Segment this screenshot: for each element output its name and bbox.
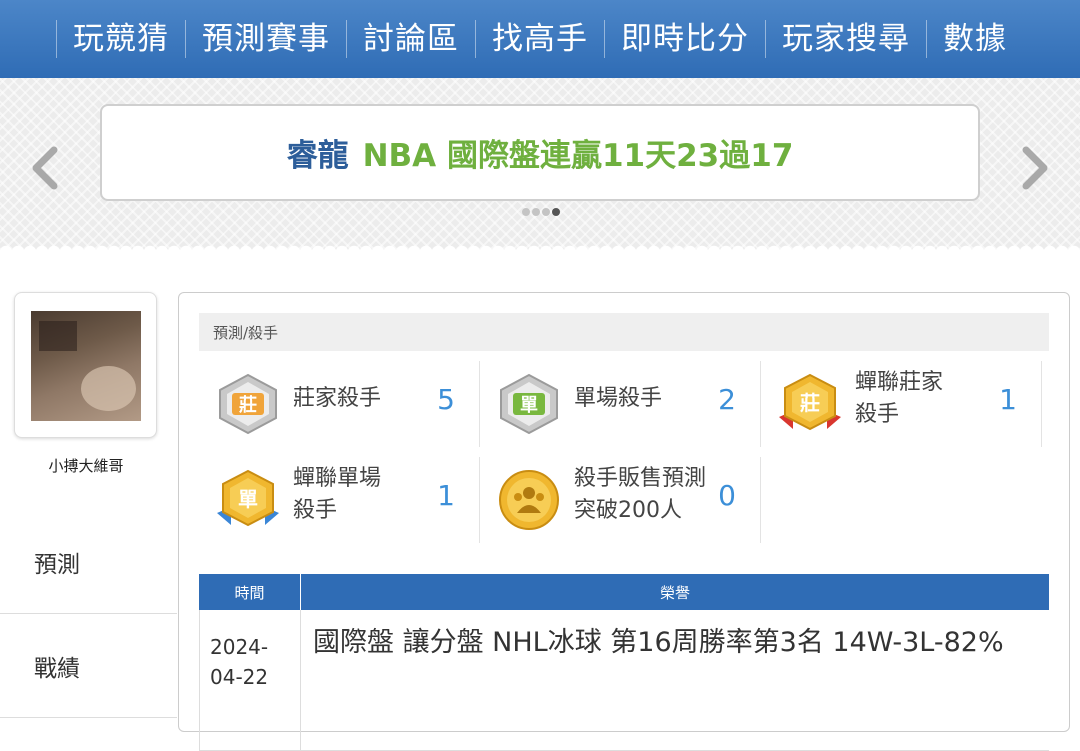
main-panel: 預測/殺手 莊 莊家殺手 5 單 單場殺手 2 莊 蟬聯莊家 殺手 1 單 蟬聯… — [178, 292, 1070, 751]
killer-label: 殺手販售預測 突破200人 — [574, 466, 707, 523]
gold-dan-ribbon-badge-icon: 單 — [217, 469, 279, 527]
honor-table: 時間 榮譽 2024- 04-22 國際盤 讓分盤 NHL冰球 第16周勝率第3… — [199, 574, 1049, 751]
silver-dan-badge-icon: 單 — [500, 373, 558, 435]
killer-stat-single: 單 單場殺手 2 — [480, 361, 761, 447]
killer-label: 蟬聯單場 殺手 — [293, 466, 382, 523]
avatar-card[interactable] — [14, 292, 157, 438]
gold-people-medal-icon — [499, 470, 559, 530]
carousel-next-icon[interactable] — [1014, 144, 1054, 192]
nav-item-guess[interactable]: 玩競猜 — [56, 20, 185, 58]
killer-label: 莊家殺手 — [293, 386, 382, 411]
killer-label: 蟬聯莊家 殺手 — [855, 370, 944, 427]
table-row: 2024- 04-22 國際盤 讓分盤 NHL冰球 第16周勝率第3名 14W-… — [199, 610, 1049, 751]
banner-expert-name: 睿龍 — [286, 138, 349, 174]
side-item-predictions[interactable]: 預測 — [0, 510, 177, 614]
killer-count: 2 — [718, 383, 736, 416]
row-honor: 國際盤 讓分盤 NHL冰球 第16周勝率第3名 14W-3L-82% — [313, 627, 1004, 658]
carousel-prev-icon[interactable] — [26, 144, 66, 192]
side-menu: 預測 戰績 — [0, 510, 177, 718]
banner-slide[interactable]: 睿龍 NBA 國際盤連贏11天23過17 — [100, 104, 980, 201]
killer-count: 5 — [437, 383, 455, 416]
carousel-dots — [522, 208, 560, 216]
killer-count: 0 — [718, 479, 736, 512]
nav-item-live-scores[interactable]: 即時比分 — [604, 20, 765, 58]
carousel-dot[interactable] — [522, 208, 530, 216]
column-header-honor[interactable]: 榮譽 — [301, 574, 1049, 610]
killer-stat-consecutive-banker: 莊 蟬聯莊家 殺手 1 — [761, 361, 1042, 447]
scallop-divider — [0, 240, 1080, 252]
killer-count: 1 — [437, 479, 455, 512]
carousel-dot-active[interactable] — [552, 208, 560, 216]
svg-text:單: 單 — [520, 395, 538, 416]
top-nav: 玩競猜 預測賽事 討論區 找高手 即時比分 玩家搜尋 數據 — [0, 0, 1080, 78]
breadcrumb: 預測/殺手 — [199, 313, 1049, 351]
row-date: 2024- 04-22 — [199, 610, 301, 750]
killer-label: 單場殺手 — [574, 386, 663, 411]
carousel-dot[interactable] — [532, 208, 540, 216]
carousel-dot[interactable] — [542, 208, 550, 216]
killer-count: 1 — [999, 383, 1017, 416]
nav-item-predict-events[interactable]: 預測賽事 — [185, 20, 346, 58]
silver-zhuang-badge-icon: 莊 — [219, 373, 277, 435]
column-header-date[interactable]: 時間 — [199, 574, 301, 610]
killer-stat-banker: 莊 莊家殺手 5 — [199, 361, 480, 447]
nav-item-forum[interactable]: 討論區 — [346, 20, 475, 58]
table-header: 時間 榮譽 — [199, 574, 1049, 610]
svg-text:單: 單 — [238, 487, 258, 511]
banner-record-text: NBA 國際盤連贏11天23過17 — [362, 138, 794, 174]
nav-item-data[interactable]: 數據 — [926, 20, 1023, 58]
username: 小搏大維哥 — [48, 457, 124, 475]
gold-zhuang-ribbon-badge-icon: 莊 — [779, 373, 841, 431]
avatar[interactable] — [31, 311, 141, 421]
nav-item-player-search[interactable]: 玩家搜尋 — [765, 20, 926, 58]
nav-item-find-experts[interactable]: 找高手 — [475, 20, 604, 58]
svg-text:莊: 莊 — [800, 391, 820, 415]
svg-text:莊: 莊 — [239, 394, 257, 416]
side-item-record[interactable]: 戰績 — [0, 614, 177, 718]
killer-stat-consecutive-single: 單 蟬聯單場 殺手 1 — [199, 457, 480, 543]
banner-carousel: 睿龍 NBA 國際盤連贏11天23過17 — [0, 78, 1080, 250]
killer-stat-sales-200: 殺手販售預測 突破200人 0 — [480, 457, 761, 543]
